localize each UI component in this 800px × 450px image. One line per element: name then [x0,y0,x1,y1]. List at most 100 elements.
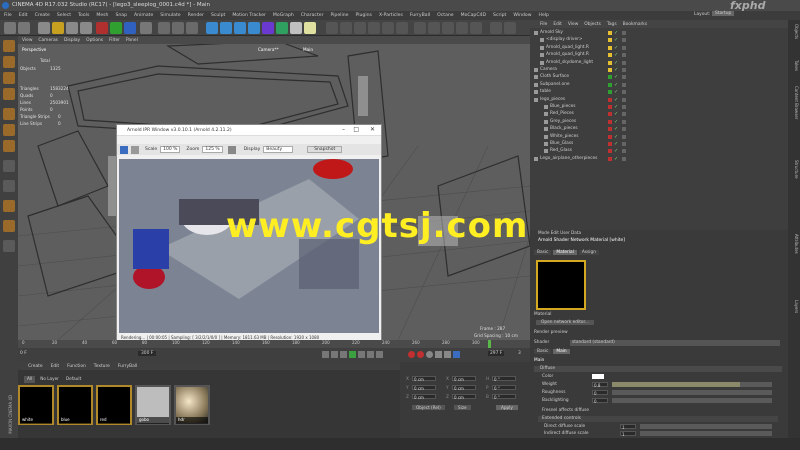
object-row[interactable]: Red_Glass ✓ [530,148,788,155]
backlighting-field[interactable]: 0 [592,398,608,404]
coord-field[interactable]: 0 cm [412,394,436,400]
object-row[interactable]: Arnold_skydome_light ✓ [530,60,788,67]
fit-icon[interactable] [227,145,236,154]
menu-character[interactable]: Character [301,13,324,18]
floor-icon[interactable] [276,22,288,34]
direct-diffuse-field[interactable]: 1 [620,424,636,430]
layer-color-swatch[interactable] [608,97,612,102]
coord-field[interactable]: 0 ° [492,376,516,382]
object-tag-icon[interactable] [622,53,626,58]
axis-icon[interactable] [3,160,15,172]
plugin-icon-1[interactable] [414,22,426,34]
layer-color-swatch[interactable] [608,38,612,43]
object-row[interactable]: Black_pieces ✓ [530,126,788,133]
direct-diffuse-slider[interactable] [640,424,772,429]
object-tag-icon[interactable] [622,82,626,87]
render-picture-viewer-icon[interactable] [172,22,184,34]
object-tag-icon[interactable] [622,31,626,35]
enabled-check-icon[interactable]: ✓ [614,67,618,73]
scale-key-icon[interactable] [444,351,451,358]
go-to-end-icon[interactable] [376,351,383,358]
enabled-check-icon[interactable]: ✓ [614,52,618,58]
enabled-check-icon[interactable]: ✓ [614,74,618,80]
layer-color-swatch[interactable] [608,60,612,65]
filter-default[interactable]: Default [64,376,83,383]
subtab-basic[interactable]: Basic [534,349,552,354]
menu-pipeline[interactable]: Pipeline [330,13,348,18]
workplane-icon[interactable] [3,88,15,100]
object-row[interactable]: Lego_airplane_otherpieces ✓ [530,156,788,163]
coord-field[interactable]: 0 cm [452,376,476,382]
coord-size-select[interactable]: Size [454,405,471,410]
layer-color-swatch[interactable] [608,75,612,80]
object-tag-icon[interactable] [622,156,626,161]
menu-help[interactable]: Help [538,13,548,18]
enabled-check-icon[interactable]: ✓ [614,111,618,117]
menu-simulate[interactable]: Simulate [160,13,180,18]
arnold-tag-icon[interactable] [382,22,394,34]
menu-mograph[interactable]: MoGraph [273,13,294,18]
object-tag-icon[interactable] [622,149,626,154]
material-swatch[interactable]: white [18,385,54,425]
apply-button[interactable]: Apply [496,405,518,410]
arnold-ipr-icon[interactable] [340,22,352,34]
weight-field[interactable]: 0.8 [592,382,608,388]
material-menu-edit[interactable]: Edit [51,364,60,369]
timeline[interactable]: 0 20 40 60 80 100 120 140 160 180 200 22… [18,340,530,362]
render-preview-checkbox[interactable]: Render preview [534,330,568,335]
enabled-check-icon[interactable]: ✓ [614,134,618,140]
prev-frame-icon[interactable] [340,351,347,358]
material-swatch[interactable]: gobo [135,385,171,425]
material-swatch[interactable]: red [96,385,132,425]
autokey-icon[interactable] [417,351,424,358]
pen-icon[interactable] [220,22,232,34]
enabled-check-icon[interactable]: ✓ [614,148,618,154]
enabled-check-icon[interactable]: ✓ [614,30,618,36]
object-tag-icon[interactable] [622,75,626,80]
object-row[interactable]: Blue_Glass ✓ [530,141,788,148]
side-tab-objects[interactable]: Objects [789,24,799,39]
om-menu-file[interactable]: File [540,22,547,27]
lock-workplane-icon[interactable] [3,240,15,252]
edges-mode-icon[interactable] [3,124,15,136]
layer-color-swatch[interactable] [608,119,612,124]
menu-x-particles[interactable]: X-Particles [379,13,403,18]
subdivision-icon[interactable] [234,22,246,34]
start-frame[interactable]: 0 F [20,351,27,356]
om-menu-objects[interactable]: Objects [584,22,601,27]
enabled-check-icon[interactable]: ✓ [614,104,618,110]
layer-color-swatch[interactable] [608,45,612,50]
coord-field[interactable]: 0 ° [492,394,516,400]
menu-window[interactable]: Window [513,13,531,18]
om-menu-view[interactable]: View [568,22,578,27]
layout-select[interactable]: Startup [712,11,735,16]
om-menu-tags[interactable]: Tags [607,22,617,27]
filter-all[interactable]: All [24,376,36,383]
viewport-menu-options[interactable]: Options [86,38,103,43]
enabled-check-icon[interactable]: ✓ [614,141,618,147]
menu-mesh[interactable]: Mesh [96,13,108,18]
material-swatch[interactable]: blue [57,385,93,425]
pause-icon[interactable] [131,145,139,154]
object-row[interactable]: Arnold_quad_light.R ✓ [530,52,788,59]
layer-color-swatch[interactable] [608,90,612,95]
attr-tab-assign[interactable]: Assign [578,250,599,255]
layer-color-swatch[interactable] [608,68,612,72]
cube-icon[interactable] [206,22,218,34]
end-frame-field[interactable]: 297 F [488,351,505,356]
object-row[interactable]: Blue_pieces ✓ [530,104,788,111]
render-view-icon[interactable] [158,22,170,34]
menu-furryball[interactable]: FurryBall [410,13,430,18]
material-menu-function[interactable]: Function [67,364,86,369]
snap-icon[interactable] [3,200,15,212]
menu-select[interactable]: Select [57,13,71,18]
menu-octane[interactable]: Octane [437,13,454,18]
menu-plugins[interactable]: Plugins [355,13,371,18]
layer-color-swatch[interactable] [608,31,612,35]
object-row[interactable]: Subpanel.one ✓ [530,82,788,89]
backlighting-slider[interactable] [612,398,772,403]
extended-controls[interactable]: Extended controls [538,416,778,422]
layer-color-swatch[interactable] [608,53,612,58]
zoom-select[interactable]: 125 % [202,146,223,153]
object-row[interactable]: table ✓ [530,89,788,96]
